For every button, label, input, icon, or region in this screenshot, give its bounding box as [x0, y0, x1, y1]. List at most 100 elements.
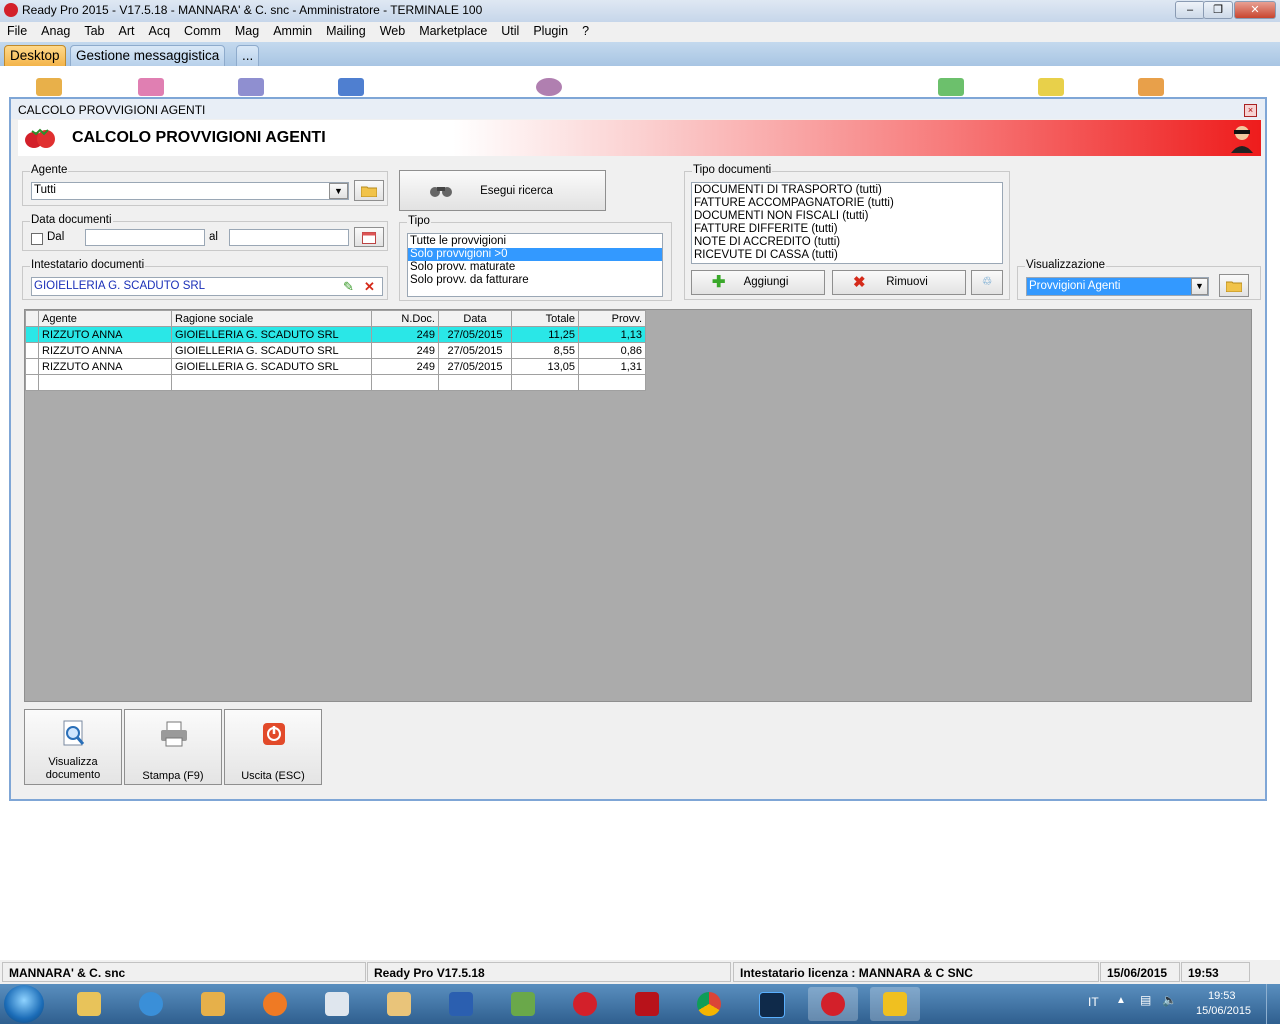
tipo-documento-item[interactable]: RICEVUTE DI CASSA (tutti) [692, 249, 1002, 262]
file-manager-taskbar-button[interactable] [188, 987, 238, 1021]
data-documenti-legend: Data documenti [30, 214, 113, 226]
close-button[interactable]: ✕ [1234, 1, 1276, 19]
rimuovi-button[interactable]: ✖ Rimuovi [832, 270, 966, 295]
tab-desktop[interactable]: Desktop [4, 45, 66, 67]
app-taskbar-button[interactable] [498, 987, 548, 1021]
tab-gestione-messaggistica[interactable]: Gestione messaggistica [70, 45, 226, 67]
column-header[interactable]: Ragione sociale [171, 310, 372, 327]
tipo-documento-item[interactable]: FATTURE ACCOMPAGNATORIE (tutti) [692, 197, 1002, 210]
uscita-button[interactable]: Uscita (ESC) [224, 709, 322, 785]
tipo-documento-item[interactable]: DOCUMENTI DI TRASPORTO (tutti) [692, 184, 1002, 197]
photoshop-taskbar-button[interactable] [746, 987, 796, 1021]
tipo-listbox[interactable]: Tutte le provvigioni Solo provvigioni >0… [407, 233, 663, 297]
visualizza-documento-label: Visualizza documento [45, 756, 101, 781]
document-icon[interactable] [938, 78, 964, 96]
column-header[interactable]: N.Doc. [371, 310, 439, 327]
al-date-input[interactable] [229, 229, 349, 246]
menu-tab[interactable]: Tab [77, 22, 111, 40]
agente-select[interactable]: Tutti [31, 182, 349, 200]
menu-acq[interactable]: Acq [142, 22, 178, 40]
chevron-down-icon[interactable]: ▼ [1191, 278, 1208, 295]
tipo-documenti-listbox[interactable]: DOCUMENTI DI TRASPORTO (tutti) FATTURE A… [691, 182, 1003, 264]
tipo-option[interactable]: Solo provv. da fatturare [408, 274, 662, 287]
delete-icon[interactable]: ✕ [364, 279, 375, 295]
menu-util[interactable]: Util [494, 22, 526, 40]
tray-up-arrow-icon[interactable]: ▲ [1116, 995, 1126, 1006]
menu-help[interactable]: ? [575, 22, 596, 40]
folder-icon [1225, 281, 1243, 293]
menu-marketplace[interactable]: Marketplace [412, 22, 494, 40]
tipo-option[interactable]: Solo provv. maturate [408, 261, 662, 274]
chevron-down-icon[interactable]: ▼ [329, 183, 348, 199]
document-icon[interactable] [338, 78, 364, 96]
pencil-icon[interactable]: ✎ [343, 279, 354, 295]
menu-comm[interactable]: Comm [177, 22, 228, 40]
speaker-icon[interactable]: 🔈 [1162, 993, 1177, 1007]
app-taskbar-button[interactable] [374, 987, 424, 1021]
cell-agente: RIZZUTO ANNA [38, 342, 172, 359]
binoculars-icon [430, 187, 452, 197]
aggiungi-button[interactable]: ✚ Aggiungi [691, 270, 825, 295]
table-row[interactable]: RIZZUTO ANNA GIOIELLERIA G. SCADUTO SRL … [25, 342, 646, 359]
minimize-button[interactable]: – [1175, 1, 1205, 19]
document-icon[interactable] [1038, 78, 1064, 96]
readypro-active-taskbar-button[interactable] [808, 987, 858, 1021]
calendar-button[interactable] [354, 227, 384, 247]
users-icon[interactable] [1138, 78, 1164, 96]
tipo-option-selected[interactable]: Solo provvigioni >0 [408, 248, 662, 261]
app-taskbar-button[interactable] [870, 987, 920, 1021]
table-row-empty[interactable] [25, 374, 646, 391]
intestatario-field[interactable]: GIOIELLERIA G. SCADUTO SRL [31, 277, 383, 296]
app-taskbar-button[interactable] [312, 987, 362, 1021]
column-header[interactable]: Data [438, 310, 512, 327]
network-icon[interactable]: ▤ [1140, 993, 1151, 1007]
menu-ammin[interactable]: Ammin [266, 22, 319, 40]
folder-button[interactable] [354, 180, 384, 201]
explorer-taskbar-button[interactable] [64, 987, 114, 1021]
menu-plugin[interactable]: Plugin [526, 22, 575, 40]
window-close-icon[interactable]: × [1244, 104, 1257, 117]
tipo-option[interactable]: Tutte le provvigioni [408, 235, 662, 248]
tipo-documento-item[interactable]: NOTE DI ACCREDITO (tutti) [692, 236, 1002, 249]
disc-icon[interactable] [536, 78, 562, 96]
document-icon[interactable] [238, 78, 264, 96]
tipo-documento-item[interactable]: FATTURE DIFFERITE (tutti) [692, 223, 1002, 236]
folder-button[interactable] [1219, 274, 1249, 297]
chrome-taskbar-button[interactable] [684, 987, 734, 1021]
maximize-button[interactable]: ❐ [1203, 1, 1233, 19]
visualizzazione-select[interactable]: Provvigioni Agenti [1026, 277, 1209, 296]
language-indicator[interactable]: IT [1088, 995, 1099, 1009]
menu-mag[interactable]: Mag [228, 22, 266, 40]
status-time: 19:53 [1181, 962, 1250, 982]
firefox-taskbar-button[interactable] [250, 987, 300, 1021]
show-desktop-button[interactable] [1266, 984, 1280, 1024]
filezilla-taskbar-button[interactable] [622, 987, 672, 1021]
clock-time[interactable]: 19:53 [1208, 990, 1236, 1002]
column-header[interactable]: Provv. [578, 310, 646, 327]
menu-art[interactable]: Art [112, 22, 142, 40]
table-row[interactable]: RIZZUTO ANNA GIOIELLERIA G. SCADUTO SRL … [25, 326, 646, 343]
start-button[interactable] [4, 985, 44, 1023]
column-header[interactable]: Agente [38, 310, 172, 327]
document-icon[interactable] [138, 78, 164, 96]
clear-list-button[interactable]: ♲ [971, 270, 1003, 295]
readypro-taskbar-button[interactable] [560, 987, 610, 1021]
cell-data: 27/05/2015 [438, 358, 512, 375]
menu-web[interactable]: Web [373, 22, 412, 40]
menu-anag[interactable]: Anag [34, 22, 77, 40]
column-header[interactable]: Totale [511, 310, 579, 327]
dal-date-input[interactable] [85, 229, 205, 246]
dal-checkbox[interactable] [31, 233, 43, 245]
esegui-ricerca-button[interactable]: Esegui ricerca [399, 170, 606, 211]
menu-file[interactable]: File [0, 22, 34, 40]
table-row[interactable]: RIZZUTO ANNA GIOIELLERIA G. SCADUTO SRL … [25, 358, 646, 375]
thunderbird-taskbar-button[interactable] [126, 987, 176, 1021]
clock-date[interactable]: 15/06/2015 [1196, 1005, 1251, 1017]
tab-more[interactable]: ... [236, 45, 260, 67]
menu-mailing[interactable]: Mailing [319, 22, 373, 40]
stampa-button[interactable]: Stampa (F9) [124, 709, 222, 785]
tipo-documento-item[interactable]: DOCUMENTI NON FISCALI (tutti) [692, 210, 1002, 223]
visualizza-documento-button[interactable]: Visualizza documento [24, 709, 122, 785]
users-icon[interactable] [36, 78, 62, 96]
word-taskbar-button[interactable] [436, 987, 486, 1021]
